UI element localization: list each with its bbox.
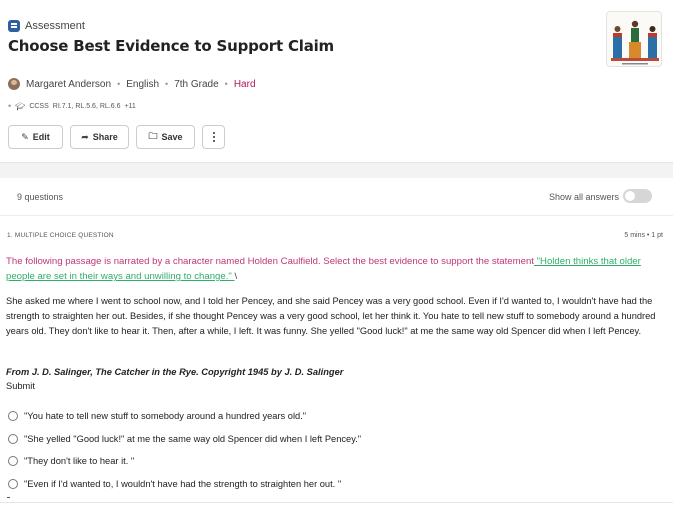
meta-separator: • [224,79,228,89]
question-divider [0,502,673,503]
assessment-type-row: Assessment [8,20,85,32]
edit-button-label: Edit [32,132,50,142]
show-all-answers-toggle[interactable] [623,189,652,203]
author-avatar[interactable] [8,78,20,90]
passage-citation: From J. D. Salinger, The Catcher in the … [6,367,344,377]
share-arrow-icon: ➦ [81,131,89,142]
standards-row: • 🎓︎ CCSS RI.7.1, RL.5.6, RL.6.6 +11 [8,101,136,111]
prompt-text: The following passage is narrated by a c… [6,256,534,267]
answer-option-text: "She yelled "Good luck!" at me the same … [24,433,362,444]
answer-option-text: "They don't like to hear it. " [24,456,135,467]
share-button-label: Share [92,132,118,142]
standards-separator: • [8,101,12,111]
answer-option-text: "You hate to tell new stuff to somebody … [24,411,307,422]
assessment-type-label: Assessment [25,20,85,32]
save-button[interactable]: 🗀︎ Save [136,125,195,149]
radio-button[interactable] [8,433,18,444]
graduation-cap-icon: 🎓︎ [15,101,26,111]
assessment-meta: Margaret Anderson • English • 7th Grade … [8,78,256,90]
question-count: 9 questions [17,192,64,202]
author-name[interactable]: Margaret Anderson [26,79,111,90]
standards-more[interactable]: +11 [124,103,135,110]
radio-button[interactable] [8,478,18,489]
standards-list: RI.7.1, RL.5.6, RL.6.6 [52,102,121,110]
assessment-header: Assessment Choose Best Evidence to Suppo… [0,0,673,162]
meta-separator: • [117,79,121,89]
folder-icon: 🗀︎ [148,131,158,141]
question-prompt: The following passage is narrated by a c… [6,254,656,284]
answer-option[interactable]: "She yelled "Good luck!" at me the same … [8,428,361,451]
debate-illustration-icon [607,12,661,66]
pencil-icon: ✎ [21,131,29,142]
share-button[interactable]: ➦ Share [70,125,129,149]
radio-button[interactable] [8,411,18,422]
answer-option-text: "Even if I'd wanted to, I wouldn't have … [24,478,342,489]
meta-separator: • [165,79,169,89]
submit-label: Submit [6,381,35,391]
answer-option[interactable]: "They don't like to hear it. " [8,450,361,473]
more-options-button[interactable] [202,125,225,149]
prompt-tail: \ [234,271,238,282]
page-title: Choose Best Evidence to Support Claim [8,37,334,55]
section-divider [0,162,673,178]
show-all-answers-label: Show all answers [548,192,619,202]
difficulty-label: Hard [233,78,256,90]
question-time-points: 5 mins • 1 pt [624,232,663,239]
kebab-menu-icon [212,132,215,142]
grade-label: 7th Grade [174,78,219,90]
standards-prefix: CCSS [29,102,49,110]
next-question-marker [7,497,10,498]
action-buttons: ✎ Edit ➦ Share 🗀︎ Save [8,125,225,149]
answer-options: "You hate to tell new stuff to somebody … [8,405,361,495]
cover-thumbnail[interactable] [606,11,662,67]
answer-option[interactable]: "You hate to tell new stuff to somebody … [8,405,361,428]
subject-label: English [126,78,160,90]
reading-passage: She asked me where I went to school now,… [6,296,656,336]
question-type-header: 1. MULTIPLE CHOICE QUESTION [7,232,114,239]
edit-button[interactable]: ✎ Edit [8,125,63,149]
save-button-label: Save [161,132,183,142]
radio-button[interactable] [8,456,18,467]
question-list-bar: 9 questions Show all answers [0,178,673,216]
answer-option[interactable]: "Even if I'd wanted to, I wouldn't have … [8,473,361,496]
assessment-icon [8,20,20,32]
